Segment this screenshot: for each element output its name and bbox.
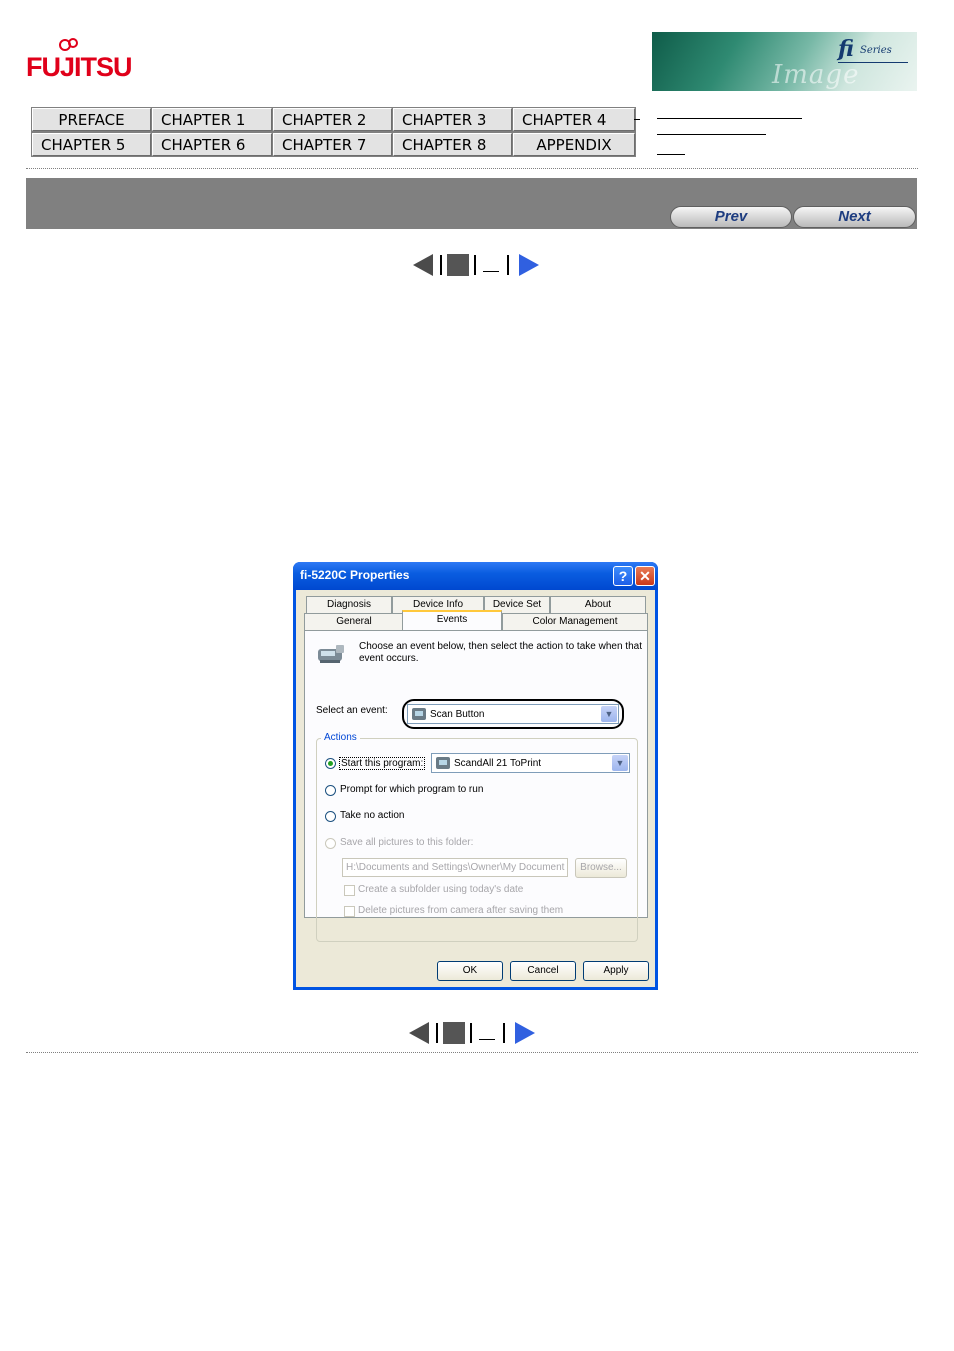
banner-series: Series	[860, 45, 892, 56]
events-intro-text: Choose an event below, then select the a…	[359, 641, 642, 664]
save-folder-label: Save all pictures to this folder:	[340, 837, 474, 848]
prev-button[interactable]: Prev	[670, 206, 792, 228]
chapter-nav-preface[interactable]: PREFACE	[32, 108, 151, 131]
pager-separator	[436, 1023, 438, 1043]
chapter-nav-chapter-1[interactable]: CHAPTER 1	[152, 108, 272, 131]
banner-underline	[838, 62, 908, 63]
tab-diagnosis[interactable]: Diagnosis	[306, 596, 392, 613]
scanner-icon	[318, 645, 344, 663]
browse-button[interactable]: Browse...	[575, 858, 627, 878]
radio-start-program[interactable]	[325, 758, 336, 769]
subfolder-label: Create a subfolder using today's date	[358, 884, 524, 895]
properties-dialog: fi-5220C Properties ? ✕ Diagnosis Device…	[293, 562, 658, 990]
chevron-down-icon[interactable]: ▼	[601, 706, 617, 722]
start-program-label[interactable]: Start this program:	[339, 757, 426, 770]
tab-about[interactable]: About	[550, 596, 646, 613]
pager-separator	[440, 255, 442, 275]
chapter-nav-chapter-6[interactable]: CHAPTER 6	[152, 133, 272, 156]
next-page-arrow-icon[interactable]	[519, 254, 539, 276]
radio-no-action[interactable]	[325, 811, 336, 822]
page-link-underline[interactable]	[483, 271, 499, 272]
program-icon	[436, 757, 450, 769]
pager-separator	[474, 255, 476, 275]
delete-pictures-checkbox[interactable]	[344, 906, 355, 917]
dialog-body: Diagnosis Device Info Device Set About G…	[296, 590, 655, 987]
chapter-nav-appendix[interactable]: APPENDIX	[513, 133, 635, 156]
chapter-nav: PREFACE CHAPTER 1 CHAPTER 2 CHAPTER 3 CH…	[31, 107, 636, 157]
cancel-button[interactable]: Cancel	[510, 961, 576, 981]
pager-separator	[507, 255, 509, 275]
event-select[interactable]: Scan Button ▼	[407, 704, 619, 724]
chapter-nav-chapter-7[interactable]: CHAPTER 7	[273, 133, 392, 156]
fujitsu-logo: FUJITSU	[26, 38, 133, 86]
prev-page-arrow-icon[interactable]	[409, 1022, 429, 1044]
chapter-nav-chapter-4[interactable]: CHAPTER 4	[513, 108, 635, 131]
side-link-1[interactable]	[657, 118, 802, 119]
page-pager-top	[413, 254, 543, 276]
nav-dash	[634, 119, 640, 120]
pager-separator	[470, 1023, 472, 1043]
no-action-label[interactable]: Take no action	[340, 810, 405, 821]
actions-group-label: Actions	[321, 732, 360, 743]
radio-prompt[interactable]	[325, 785, 336, 796]
current-page-block[interactable]	[447, 254, 469, 276]
subfolder-checkbox[interactable]	[344, 885, 355, 896]
page-link-underline[interactable]	[479, 1039, 495, 1040]
fi-series-banner: Image Scanner fi Series	[652, 32, 917, 91]
bottom-divider	[26, 1052, 918, 1053]
help-button[interactable]: ?	[613, 566, 633, 586]
scan-button-icon	[412, 708, 426, 720]
banner-fi: fi	[838, 36, 854, 62]
apply-button[interactable]: Apply	[583, 961, 649, 981]
ok-button[interactable]: OK	[437, 961, 503, 981]
delete-pictures-label: Delete pictures from camera after saving…	[358, 905, 564, 916]
page-pager-bottom	[409, 1022, 539, 1044]
folder-path-field[interactable]: H:\Documents and Settings\Owner\My Docum…	[342, 858, 568, 877]
radio-save-folder[interactable]	[325, 838, 336, 849]
program-select-value: ScandAll 21 ToPrint	[454, 758, 542, 769]
top-divider	[26, 168, 918, 169]
chapter-nav-chapter-3[interactable]: CHAPTER 3	[393, 108, 512, 131]
chevron-down-icon[interactable]: ▼	[612, 755, 628, 771]
banner-script-text: Image Scanner	[772, 60, 887, 91]
program-select[interactable]: ScandAll 21 ToPrint ▼	[431, 753, 630, 773]
side-link-3[interactable]	[657, 154, 685, 155]
prompt-label[interactable]: Prompt for which program to run	[340, 784, 483, 795]
pager-separator	[503, 1023, 505, 1043]
select-event-label: Select an event:	[316, 705, 388, 716]
event-select-value: Scan Button	[430, 709, 485, 720]
dialog-title: fi-5220C Properties	[300, 568, 410, 582]
chapter-nav-chapter-5[interactable]: CHAPTER 5	[32, 133, 151, 156]
next-button[interactable]: Next	[793, 206, 916, 228]
tab-general[interactable]: General	[304, 613, 404, 630]
tab-events[interactable]: Events	[402, 610, 502, 630]
current-page-block[interactable]	[443, 1022, 465, 1044]
close-button[interactable]: ✕	[635, 566, 655, 586]
logo-text: FUJITSU	[26, 52, 133, 82]
chapter-nav-chapter-8[interactable]: CHAPTER 8	[393, 133, 512, 156]
side-link-2[interactable]	[657, 134, 766, 135]
tab-color-management[interactable]: Color Management	[502, 613, 648, 630]
logo-infinity-icon	[59, 38, 78, 51]
next-page-arrow-icon[interactable]	[515, 1022, 535, 1044]
chapter-nav-chapter-2[interactable]: CHAPTER 2	[273, 108, 392, 131]
prev-page-arrow-icon[interactable]	[413, 254, 433, 276]
dialog-title-bar[interactable]: fi-5220C Properties ? ✕	[293, 562, 658, 590]
